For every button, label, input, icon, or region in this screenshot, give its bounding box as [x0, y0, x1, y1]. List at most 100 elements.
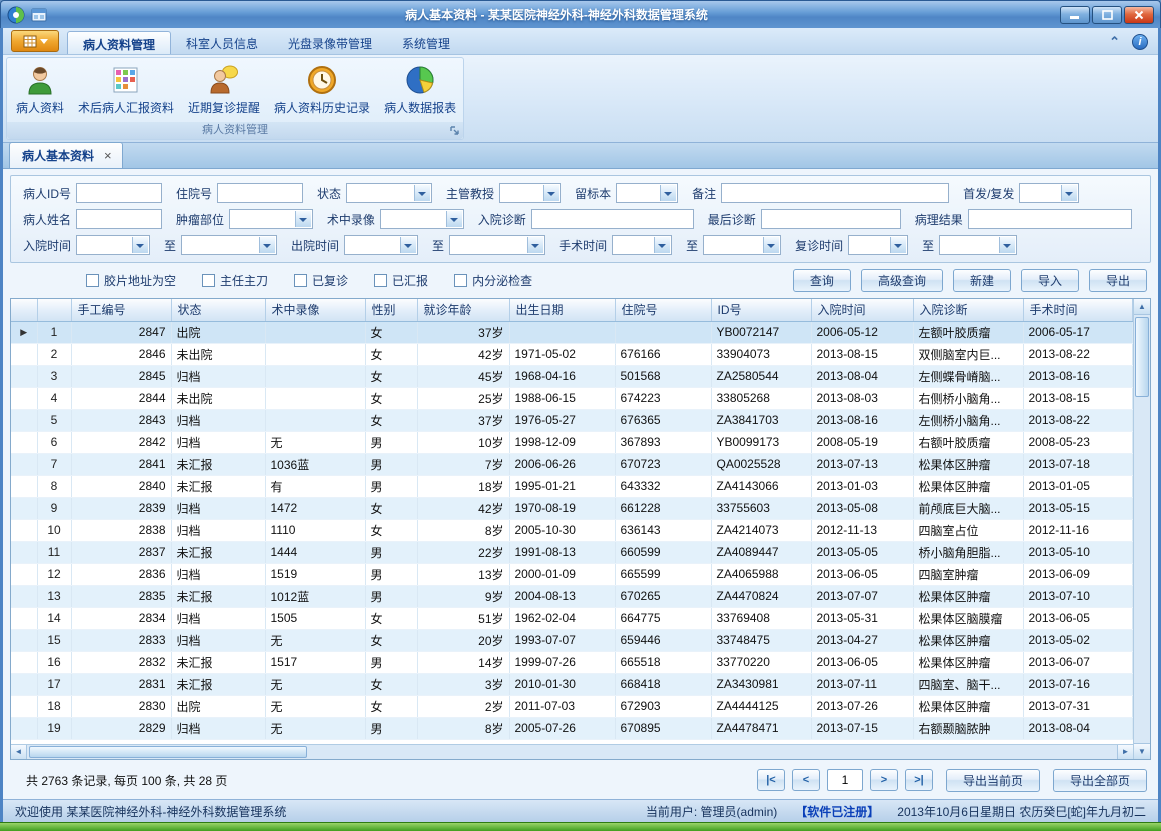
ribbon-collapse-icon[interactable]: ⌃ — [1109, 34, 1120, 50]
admission-diagnosis-input[interactable] — [531, 209, 694, 229]
reported-checkbox[interactable]: 已汇报 — [374, 272, 428, 289]
table-row[interactable]: 172831未汇报无女3岁2010-01-30668418ZA343098120… — [11, 673, 1133, 695]
admission-date-to-combo[interactable] — [181, 235, 277, 255]
row-indicator — [11, 563, 37, 585]
table-row[interactable]: 82840未汇报有男18岁1995-01-21643332ZA414306620… — [11, 475, 1133, 497]
discharge-date-from-combo[interactable] — [344, 235, 418, 255]
discharge-date-to-combo[interactable] — [449, 235, 545, 255]
grid-column-header[interactable]: 住院号 — [615, 299, 711, 321]
last-page-button[interactable]: >| — [905, 769, 933, 791]
document-tab[interactable]: 病人基本资料 × — [9, 142, 123, 168]
table-row[interactable]: 32845归档女45岁1968-04-16501568ZA25805442013… — [11, 365, 1133, 387]
followed-up-checkbox[interactable]: 已复诊 — [294, 272, 348, 289]
row-indicator — [11, 409, 37, 431]
patient-id-input[interactable] — [76, 183, 162, 203]
supervising-professor-combo[interactable] — [499, 183, 561, 203]
export-button[interactable]: 导出 — [1089, 269, 1147, 292]
patient-data-report-button[interactable]: 病人数据报表 — [377, 61, 463, 122]
import-button[interactable]: 导入 — [1021, 269, 1079, 292]
dialog-launcher-icon[interactable] — [449, 125, 460, 136]
specimen-kept-combo[interactable] — [616, 183, 678, 203]
table-row[interactable]: 22846未出院女42岁1971-05-02676166339040732013… — [11, 343, 1133, 365]
tab-patient-data-management[interactable]: 病人资料管理 — [67, 31, 171, 54]
first-page-button[interactable]: |< — [757, 769, 785, 791]
minimize-button[interactable] — [1060, 6, 1090, 24]
patient-data-button[interactable]: 病人资料 — [9, 61, 71, 122]
grid-column-header[interactable]: 状态 — [171, 299, 265, 321]
table-row[interactable]: 182830出院无女2岁2011-07-03672903ZA4444125201… — [11, 695, 1133, 717]
tab-disc-video-management[interactable]: 光盘录像带管理 — [273, 31, 387, 54]
grid-column-header[interactable]: 出生日期 — [509, 299, 615, 321]
table-row[interactable]: 192829归档无男8岁2005-07-26670895ZA4478471201… — [11, 717, 1133, 739]
grid-cell: 2013-08-16 — [1023, 365, 1133, 387]
surgery-date-to-combo[interactable] — [703, 235, 781, 255]
final-diagnosis-input[interactable] — [761, 209, 901, 229]
close-button[interactable] — [1124, 6, 1154, 24]
table-row[interactable]: ▶12847出院女37岁YB00721472006-05-12左额叶胶质瘤200… — [11, 321, 1133, 343]
table-row[interactable]: 72841未汇报1036蓝男7岁2006-06-26670723QA002552… — [11, 453, 1133, 475]
surgery-date-from-combo[interactable] — [612, 235, 672, 255]
grid-column-header[interactable]: ID号 — [711, 299, 811, 321]
tumor-site-combo[interactable] — [229, 209, 313, 229]
table-row[interactable]: 52843归档女37岁1976-05-27676365ZA38417032013… — [11, 409, 1133, 431]
horizontal-scroll-thumb[interactable] — [29, 746, 307, 758]
admission-date-from-combo[interactable] — [76, 235, 150, 255]
remarks-input[interactable] — [721, 183, 949, 203]
postop-patient-report-button[interactable]: 术后病人汇报资料 — [71, 61, 181, 122]
table-row[interactable]: 102838归档1110女8岁2005-10-30636143ZA4214073… — [11, 519, 1133, 541]
chief-surgeon-checkbox[interactable]: 主任主刀 — [202, 272, 268, 289]
patient-history-button[interactable]: 病人资料历史记录 — [267, 61, 377, 122]
export-all-pages-button[interactable]: 导出全部页 — [1053, 769, 1147, 792]
maximize-button[interactable] — [1092, 6, 1122, 24]
table-row[interactable]: 112837未汇报1444男22岁1991-08-13660599ZA40894… — [11, 541, 1133, 563]
tab-department-staff[interactable]: 科室人员信息 — [171, 31, 273, 54]
table-row[interactable]: 62842归档无男10岁1998-12-09367893YB0099173200… — [11, 431, 1133, 453]
table-row[interactable]: 162832未汇报1517男14岁1999-07-266655183377022… — [11, 651, 1133, 673]
next-page-button[interactable]: > — [870, 769, 898, 791]
grid-column-header[interactable]: 性别 — [365, 299, 417, 321]
scroll-left-icon[interactable]: ◄ — [11, 745, 27, 760]
table-row[interactable]: 92839归档1472女42岁1970-08-19661228337556032… — [11, 497, 1133, 519]
new-button[interactable]: 新建 — [953, 269, 1011, 292]
grid-column-header[interactable]: 入院诊断 — [913, 299, 1023, 321]
grid-column-header[interactable]: 就诊年龄 — [417, 299, 509, 321]
patient-name-input[interactable] — [76, 209, 162, 229]
admission-number-input[interactable] — [217, 183, 303, 203]
table-row[interactable]: 42844未出院女25岁1988-06-15674223338052682013… — [11, 387, 1133, 409]
page-input[interactable] — [827, 769, 863, 791]
discharge-date-to-label: 至 — [432, 237, 444, 254]
export-current-page-button[interactable]: 导出当前页 — [946, 769, 1040, 792]
film-address-empty-checkbox[interactable]: 胶片地址为空 — [86, 272, 176, 289]
first-or-recurrence-combo[interactable] — [1019, 183, 1079, 203]
tab-close-icon[interactable]: × — [104, 151, 112, 161]
grid-column-header[interactable]: 入院时间 — [811, 299, 913, 321]
scroll-right-icon[interactable]: ► — [1117, 745, 1133, 760]
scroll-up-icon[interactable]: ▲ — [1134, 299, 1150, 315]
vertical-scroll-thumb[interactable] — [1135, 317, 1149, 397]
horizontal-scrollbar[interactable]: ◄ ► — [11, 744, 1133, 759]
table-row[interactable]: 142834归档1505女51岁1962-02-0466477533769408… — [11, 607, 1133, 629]
grid-column-header[interactable]: 手工编号 — [71, 299, 171, 321]
grid-column-header[interactable]: 术中录像 — [265, 299, 365, 321]
query-button[interactable]: 查询 — [793, 269, 851, 292]
recent-followup-reminder-button[interactable]: 近期复诊提醒 — [181, 61, 267, 122]
app-menu-button[interactable] — [11, 30, 59, 52]
followup-date-from-combo[interactable] — [848, 235, 908, 255]
vertical-scrollbar[interactable]: ▲ ▼ — [1133, 299, 1150, 759]
endocrine-exam-checkbox[interactable]: 内分泌检查 — [454, 272, 532, 289]
table-row[interactable]: 152833归档无女20岁1993-07-0765944633748475201… — [11, 629, 1133, 651]
table-row[interactable]: 132835未汇报1012蓝男9岁2004-08-13670265ZA44708… — [11, 585, 1133, 607]
grid-column-header[interactable]: 手术时间 — [1023, 299, 1133, 321]
intraop-video-combo[interactable] — [380, 209, 464, 229]
status-combo[interactable] — [346, 183, 432, 203]
scroll-down-icon[interactable]: ▼ — [1134, 743, 1150, 759]
quick-access-icon[interactable] — [30, 6, 48, 24]
advanced-query-button[interactable]: 高级查询 — [861, 269, 943, 292]
prev-page-button[interactable]: < — [792, 769, 820, 791]
checkbox-icon — [294, 274, 307, 287]
pathology-result-input[interactable] — [968, 209, 1132, 229]
followup-date-to-combo[interactable] — [939, 235, 1017, 255]
info-icon[interactable]: i — [1132, 34, 1148, 50]
tab-system-management[interactable]: 系统管理 — [387, 31, 465, 54]
table-row[interactable]: 122836归档1519男13岁2000-01-09665599ZA406598… — [11, 563, 1133, 585]
